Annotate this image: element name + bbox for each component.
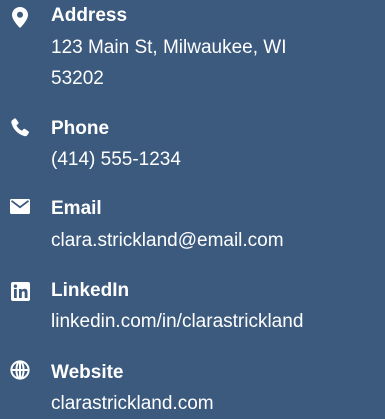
envelope-icon xyxy=(9,195,31,217)
address-line-2: 53202 xyxy=(51,68,104,89)
website-link[interactable]: clarastrickland.com xyxy=(51,388,214,419)
address-label: Address xyxy=(51,5,128,26)
contact-list: Address 123 Main St, Milwaukee, WI 53202… xyxy=(0,0,385,417)
phone-link[interactable]: (414) 555-1234 xyxy=(51,144,181,175)
phone-label: Phone xyxy=(51,118,110,139)
email-label: Email xyxy=(51,198,102,219)
linkedin-label: LinkedIn xyxy=(51,280,130,301)
globe-icon xyxy=(9,359,31,381)
phone-icon xyxy=(9,117,31,139)
address-line-1: 123 Main St, Milwaukee, WI xyxy=(51,37,287,58)
linkedin-link[interactable]: linkedin.com/in/clarastrickland xyxy=(51,306,303,337)
website-label: Website xyxy=(51,362,124,383)
email-link[interactable]: clara.strickland@email.com xyxy=(51,225,284,256)
map-marker-icon xyxy=(9,6,31,28)
linkedin-icon xyxy=(9,280,31,302)
